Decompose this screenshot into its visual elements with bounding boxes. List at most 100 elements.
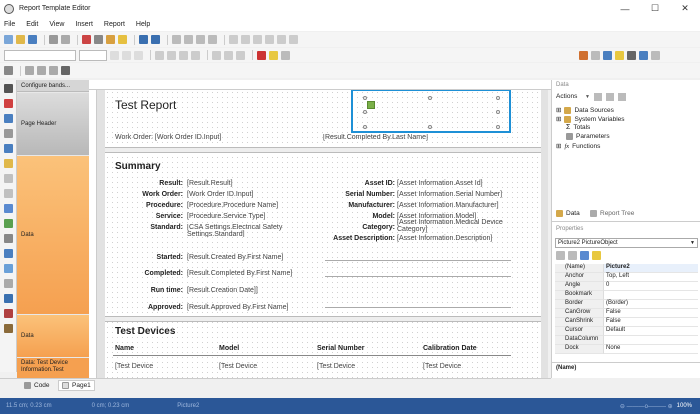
property-row[interactable]: Bookmark bbox=[555, 291, 698, 300]
menu-file[interactable]: File bbox=[4, 21, 15, 28]
asset-field[interactable]: [Asset Information.Medical Device Catego… bbox=[397, 219, 517, 233]
property-value[interactable]: False bbox=[604, 309, 698, 318]
align-right-icon[interactable] bbox=[253, 35, 262, 44]
asset-field[interactable]: [Asset Information.Manufacturer] bbox=[397, 202, 517, 209]
save-icon[interactable] bbox=[28, 35, 37, 44]
property-value[interactable]: Top, Left bbox=[604, 273, 698, 282]
edit-icon[interactable] bbox=[594, 93, 602, 101]
resize-handle[interactable] bbox=[428, 125, 432, 129]
print-icon[interactable] bbox=[61, 35, 70, 44]
property-value[interactable]: 0 bbox=[604, 282, 698, 291]
gauge-tool-icon[interactable] bbox=[4, 264, 13, 273]
cell-text-icon[interactable] bbox=[4, 309, 13, 318]
text-tool-icon[interactable] bbox=[4, 99, 13, 108]
zip-code-icon[interactable] bbox=[4, 279, 13, 288]
summary-field[interactable]: [Work Order ID.Input] bbox=[187, 191, 317, 198]
send-back-icon[interactable] bbox=[208, 35, 217, 44]
fill-color-icon[interactable] bbox=[579, 50, 588, 60]
report-page[interactable]: Test Report Work Order: [Work Order ID.I… bbox=[105, 90, 541, 378]
col-model[interactable]: Model bbox=[219, 345, 239, 352]
menu-report[interactable]: Report bbox=[104, 21, 125, 28]
device-name-field[interactable]: [Test Device bbox=[115, 363, 153, 370]
configure-bands-button[interactable]: Configure bands... bbox=[17, 80, 89, 92]
line-style-icon[interactable] bbox=[639, 50, 648, 60]
summary-field[interactable]: [Procedure.Service Type] bbox=[187, 213, 317, 220]
tab-data[interactable]: Data bbox=[556, 210, 580, 217]
properties-icon[interactable] bbox=[580, 251, 589, 260]
property-row[interactable]: Anchor Top, Left bbox=[555, 273, 698, 282]
tab-report-tree[interactable]: Report Tree bbox=[590, 210, 634, 217]
menu-view[interactable]: View bbox=[49, 21, 64, 28]
property-row[interactable]: (Name) Picture2 bbox=[555, 264, 698, 273]
property-row[interactable]: Cursor Default bbox=[555, 327, 698, 336]
align-middle-icon[interactable] bbox=[277, 35, 286, 44]
arrow-line-icon[interactable] bbox=[49, 66, 58, 75]
property-value[interactable]: False bbox=[604, 318, 698, 327]
rotation-icon[interactable] bbox=[281, 50, 290, 60]
status-field[interactable]: [Result.Completed By.First Name] bbox=[187, 270, 292, 277]
text-justify-icon[interactable] bbox=[191, 50, 200, 60]
resize-handle[interactable] bbox=[428, 96, 432, 100]
resize-handle[interactable] bbox=[496, 96, 500, 100]
maximize-button[interactable]: ☐ bbox=[640, 0, 670, 17]
tree-functions[interactable]: ⊞ fx Functions bbox=[556, 142, 600, 151]
paste-icon[interactable] bbox=[106, 35, 115, 44]
delete-icon[interactable] bbox=[606, 93, 614, 101]
close-button[interactable]: ✕ bbox=[670, 0, 700, 17]
copy-icon[interactable] bbox=[94, 35, 103, 44]
device-model-field[interactable]: [Test Device bbox=[219, 363, 257, 370]
open-icon[interactable] bbox=[16, 35, 25, 44]
property-row[interactable]: CanShrink False bbox=[555, 318, 698, 327]
tab-code[interactable]: Code bbox=[24, 382, 50, 389]
summary-field[interactable]: [Procedure.Procedure Name] bbox=[187, 202, 317, 209]
richtext-icon[interactable] bbox=[4, 204, 13, 213]
text-color-icon[interactable] bbox=[257, 50, 266, 60]
select-tool-icon[interactable] bbox=[4, 84, 13, 93]
asset-field[interactable]: [Asset Information.Description] bbox=[397, 235, 517, 242]
property-value[interactable]: None bbox=[604, 345, 698, 354]
summary-title[interactable]: Summary bbox=[115, 161, 161, 172]
property-value[interactable] bbox=[604, 291, 698, 300]
object-selector[interactable]: Picture2 PictureObject ▼ bbox=[555, 238, 698, 248]
new-icon[interactable] bbox=[4, 35, 13, 44]
asset-field[interactable]: [Asset Information.Asset Id] bbox=[397, 180, 517, 187]
menu-edit[interactable]: Edit bbox=[26, 21, 38, 28]
shape-tool-icon[interactable] bbox=[4, 144, 13, 153]
alphabetical-icon[interactable] bbox=[568, 251, 577, 260]
underline-icon[interactable] bbox=[134, 50, 143, 60]
group-icon[interactable] bbox=[172, 35, 181, 44]
picture-tool-icon[interactable] bbox=[4, 114, 13, 123]
menu-insert[interactable]: Insert bbox=[75, 21, 93, 28]
bold-icon[interactable] bbox=[110, 50, 119, 60]
summary-field[interactable]: [CSA Settings.Electrical Safety Settings… bbox=[187, 224, 317, 237]
band-page-header[interactable]: Page Header bbox=[17, 93, 89, 155]
resize-handle[interactable] bbox=[496, 110, 500, 114]
align-left-icon[interactable] bbox=[229, 35, 238, 44]
valign-top-icon[interactable] bbox=[212, 50, 221, 60]
redo-icon[interactable] bbox=[151, 35, 160, 44]
ungroup-icon[interactable] bbox=[184, 35, 193, 44]
property-row[interactable]: Angle 0 bbox=[555, 282, 698, 291]
shadow-icon[interactable] bbox=[651, 50, 660, 60]
device-calibration-field[interactable]: [Test Device bbox=[423, 363, 461, 370]
line-tool-icon[interactable] bbox=[25, 66, 34, 75]
resize-handle[interactable] bbox=[363, 96, 367, 100]
design-canvas[interactable]: Test Report Work Order: [Work Order ID.I… bbox=[97, 90, 548, 378]
checkbox-tool-icon[interactable] bbox=[4, 219, 13, 228]
matrix-tool-icon[interactable] bbox=[4, 189, 13, 198]
delete-tool-icon[interactable] bbox=[61, 66, 70, 75]
text-right-icon[interactable] bbox=[179, 50, 188, 60]
property-row[interactable]: DataColumn bbox=[555, 336, 698, 345]
col-serial[interactable]: Serial Number bbox=[317, 345, 364, 352]
resize-handle[interactable] bbox=[363, 125, 367, 129]
device-serial-field[interactable]: [Test Device bbox=[317, 363, 355, 370]
line-width-icon[interactable] bbox=[627, 50, 636, 60]
property-row[interactable]: CanGrow False bbox=[555, 309, 698, 318]
pointer-icon[interactable] bbox=[4, 66, 13, 75]
devices-title[interactable]: Test Devices bbox=[115, 326, 175, 337]
align-top-icon[interactable] bbox=[265, 35, 274, 44]
text-center-icon[interactable] bbox=[167, 50, 176, 60]
resize-handle[interactable] bbox=[363, 110, 367, 114]
diagonal-line-icon[interactable] bbox=[37, 66, 46, 75]
summary-field[interactable]: [Result.Result] bbox=[187, 180, 317, 187]
